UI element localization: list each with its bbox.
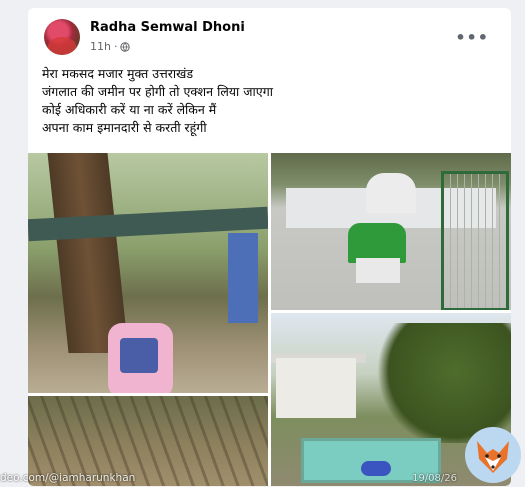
metal-fence bbox=[441, 171, 509, 310]
author-name[interactable]: Radha Semwal Dhoni bbox=[90, 20, 245, 35]
post-text-line: कोई अधिकारी करें या ना करें लेकिन मैं bbox=[42, 102, 217, 117]
blue-tarp bbox=[228, 233, 258, 323]
bushes bbox=[371, 323, 511, 443]
post-time[interactable]: 11h bbox=[90, 40, 111, 53]
blue-cloth bbox=[120, 338, 158, 373]
more-icon[interactable]: ••• bbox=[455, 28, 489, 47]
arch-niche bbox=[366, 173, 416, 213]
blue-object bbox=[361, 461, 391, 476]
watermark-text: deo.com/@iamharunkhan bbox=[0, 472, 136, 484]
green-tomb bbox=[348, 223, 406, 263]
post-meta: 11h · bbox=[90, 40, 131, 53]
globe-icon bbox=[120, 41, 131, 52]
photo-shrine-under-tree[interactable] bbox=[28, 153, 268, 393]
post-text: मेरा मकसद मजार मुक्त उत्तराखंड जंगलात की… bbox=[42, 65, 482, 137]
photo-green-tomb[interactable] bbox=[271, 153, 511, 310]
tomb-base bbox=[356, 258, 400, 283]
post-text-line: मेरा मकसद मजार मुक्त उत्तराखंड bbox=[42, 66, 194, 81]
watermark-date: 19/08/26 bbox=[412, 473, 457, 484]
post-text-line: अपना काम इमानदारी से करती रहूंगी bbox=[42, 120, 207, 135]
building bbox=[276, 358, 356, 418]
avatar[interactable] bbox=[44, 19, 80, 55]
post-card: Radha Semwal Dhoni 11h · ••• मेरा मकसद म… bbox=[28, 8, 511, 486]
fox-logo-icon bbox=[465, 427, 521, 483]
post-text-line: जंगलात की जमीन पर होगी तो एक्शन लिया जाए… bbox=[42, 84, 273, 99]
